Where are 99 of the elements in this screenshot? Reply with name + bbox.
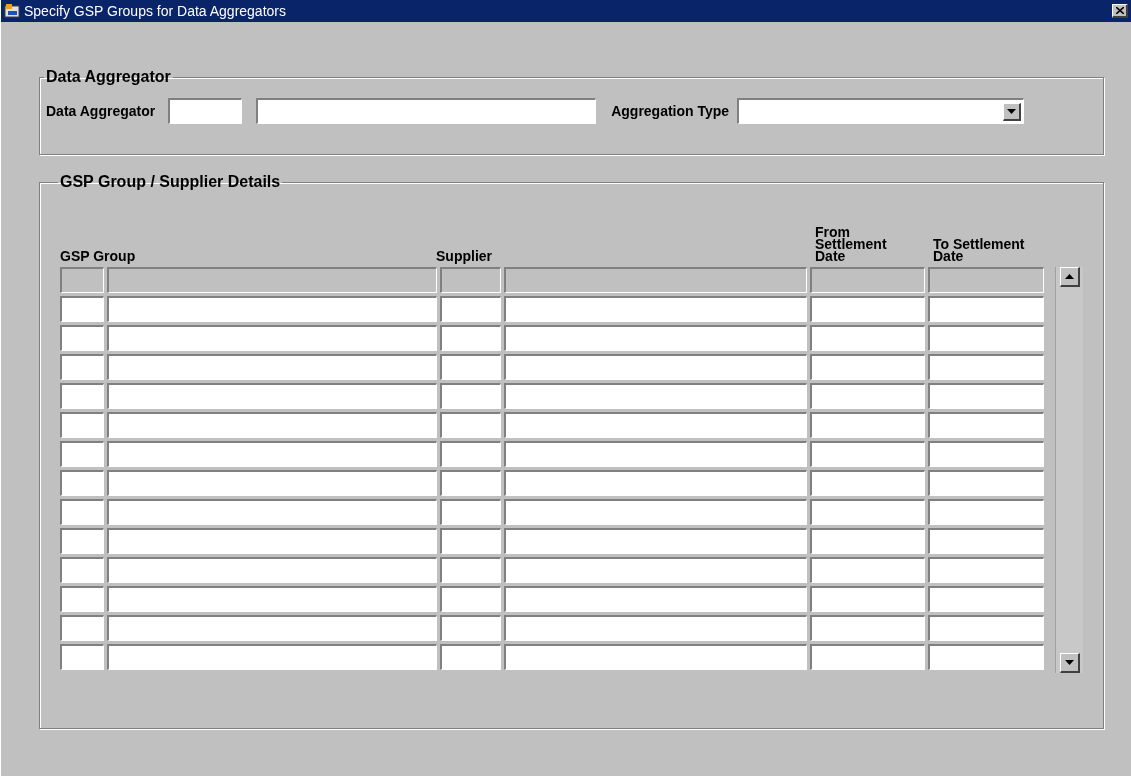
table-cell[interactable] xyxy=(440,557,501,583)
column-header: Supplier xyxy=(436,250,493,262)
table-cell[interactable] xyxy=(928,644,1044,670)
table-cell[interactable] xyxy=(107,296,437,322)
table-cell[interactable] xyxy=(810,441,925,467)
table-cell[interactable] xyxy=(60,296,104,322)
table-cell[interactable] xyxy=(810,383,925,409)
table-cell[interactable] xyxy=(928,441,1044,467)
table-cell[interactable] xyxy=(60,412,104,438)
column-header: From Settlement Date xyxy=(814,226,888,262)
table-cell[interactable] xyxy=(810,615,925,641)
up-arrow-icon xyxy=(1064,274,1074,279)
table-cell[interactable] xyxy=(107,441,437,467)
table-cell[interactable] xyxy=(60,354,104,380)
table-cell[interactable] xyxy=(107,383,437,409)
table-cell[interactable] xyxy=(60,441,104,467)
app-icon xyxy=(4,3,20,19)
table-cell[interactable] xyxy=(810,325,925,351)
table-cell[interactable] xyxy=(504,296,807,322)
table-cell[interactable] xyxy=(810,470,925,496)
table-cell[interactable] xyxy=(60,383,104,409)
table-cell[interactable] xyxy=(107,412,437,438)
code-field[interactable] xyxy=(168,98,243,124)
table-cell[interactable] xyxy=(440,528,501,554)
table-cell[interactable] xyxy=(504,644,807,670)
table-cell[interactable] xyxy=(810,354,925,380)
table-cell[interactable] xyxy=(60,325,104,351)
table-cell[interactable] xyxy=(504,586,807,612)
table-cell[interactable] xyxy=(107,528,437,554)
table-cell[interactable] xyxy=(107,557,437,583)
table-cell[interactable] xyxy=(107,615,437,641)
close-button[interactable] xyxy=(1112,4,1128,18)
table-cell[interactable] xyxy=(504,354,807,380)
group-title: Data Aggregator xyxy=(45,68,172,86)
table-cell[interactable] xyxy=(60,499,104,525)
table-cell[interactable] xyxy=(107,470,437,496)
table-cell[interactable] xyxy=(440,354,501,380)
table-cell[interactable] xyxy=(928,354,1044,380)
table-cell[interactable] xyxy=(440,586,501,612)
table-cell[interactable] xyxy=(60,615,104,641)
table-cell[interactable] xyxy=(107,644,437,670)
table-cell[interactable] xyxy=(504,615,807,641)
table-cell[interactable] xyxy=(504,499,807,525)
table-cell[interactable] xyxy=(440,499,501,525)
table-cell[interactable] xyxy=(440,383,501,409)
group-title: GSP Group / Supplier Details xyxy=(59,173,282,191)
table-cell[interactable] xyxy=(440,296,501,322)
table-cell[interactable] xyxy=(928,586,1044,612)
table-cell[interactable] xyxy=(928,557,1044,583)
table-cell[interactable] xyxy=(928,412,1044,438)
table-cell[interactable] xyxy=(107,586,437,612)
table-cell[interactable] xyxy=(928,528,1044,554)
table-cell[interactable] xyxy=(928,296,1044,322)
table-cell[interactable] xyxy=(60,470,104,496)
table-cell[interactable] xyxy=(107,325,437,351)
table-cell[interactable] xyxy=(60,644,104,670)
table-cell[interactable] xyxy=(810,499,925,525)
table-cell[interactable] xyxy=(440,325,501,351)
down-arrow-icon xyxy=(1064,660,1074,665)
table-cell[interactable] xyxy=(810,586,925,612)
table-cell[interactable] xyxy=(440,441,501,467)
table-cell[interactable] xyxy=(928,325,1044,351)
table-cell[interactable] xyxy=(107,499,437,525)
table-cell[interactable] xyxy=(504,383,807,409)
dropdown-arrow-icon xyxy=(1007,108,1017,114)
table-cell[interactable] xyxy=(810,557,925,583)
table-cell[interactable] xyxy=(504,412,807,438)
table-cell[interactable] xyxy=(440,615,501,641)
column-header: To Settlement Date xyxy=(932,238,1026,262)
table-cell[interactable] xyxy=(810,644,925,670)
column-header: GSP Group xyxy=(60,250,137,262)
table-cell[interactable] xyxy=(107,354,437,380)
table-cell[interactable] xyxy=(504,557,807,583)
scroll-down-button[interactable] xyxy=(1059,653,1080,673)
table-cell[interactable] xyxy=(60,557,104,583)
table-cell[interactable] xyxy=(928,499,1044,525)
name-field[interactable] xyxy=(256,98,597,124)
table-cell[interactable] xyxy=(440,412,501,438)
field-label: Aggregation Type xyxy=(611,101,730,121)
window-title: Specify GSP Groups for Data Aggregators xyxy=(24,1,287,21)
table-cell[interactable] xyxy=(504,325,807,351)
table-cell[interactable] xyxy=(60,528,104,554)
table-cell[interactable] xyxy=(810,412,925,438)
close-icon xyxy=(1115,7,1124,14)
table-cell[interactable] xyxy=(504,441,807,467)
vertical-scrollbar[interactable] xyxy=(1055,267,1083,673)
table-cell[interactable] xyxy=(928,615,1044,641)
scroll-up-button[interactable] xyxy=(1059,267,1080,287)
table-cell[interactable] xyxy=(810,296,925,322)
table-cell[interactable] xyxy=(504,528,807,554)
field-label: Data Aggregator xyxy=(46,101,156,121)
table-cell[interactable] xyxy=(504,470,807,496)
aggregation-type-dropdown[interactable] xyxy=(737,98,1025,124)
table-cell[interactable] xyxy=(928,470,1044,496)
table-cell[interactable] xyxy=(440,470,501,496)
table-cell[interactable] xyxy=(928,383,1044,409)
table-cell[interactable] xyxy=(60,586,104,612)
table-cell[interactable] xyxy=(440,644,501,670)
table-cell[interactable] xyxy=(810,528,925,554)
